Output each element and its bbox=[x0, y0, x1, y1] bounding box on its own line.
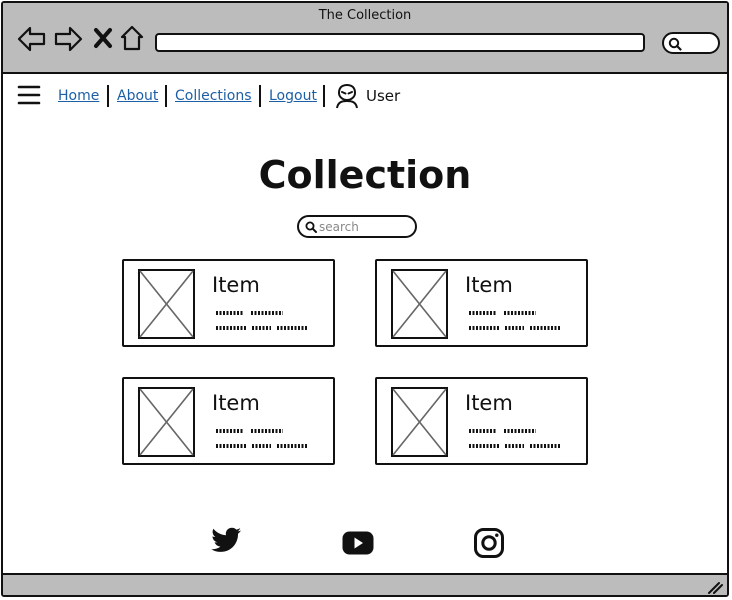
youtube-icon[interactable] bbox=[341, 530, 375, 556]
nav-divider bbox=[259, 85, 261, 107]
image-placeholder-icon bbox=[138, 269, 195, 339]
nav-link-collections[interactable]: Collections bbox=[175, 88, 252, 104]
image-placeholder-icon bbox=[391, 387, 448, 457]
collection-search-box[interactable] bbox=[297, 215, 417, 238]
forward-arrow-icon[interactable] bbox=[53, 25, 83, 53]
card-title: Item bbox=[465, 391, 513, 415]
collection-card[interactable]: Item bbox=[375, 259, 588, 347]
placeholder-text-scribble bbox=[469, 429, 561, 448]
site-navbar: Home About Collections Logout User bbox=[3, 74, 727, 118]
placeholder-text-scribble bbox=[216, 311, 308, 330]
stop-icon[interactable] bbox=[93, 27, 113, 49]
card-title: Item bbox=[212, 391, 260, 415]
browser-statusbar bbox=[3, 573, 727, 595]
search-icon bbox=[305, 221, 317, 233]
back-arrow-icon[interactable] bbox=[17, 25, 47, 53]
image-placeholder-icon bbox=[391, 269, 448, 339]
image-placeholder-icon bbox=[138, 387, 195, 457]
home-icon[interactable] bbox=[119, 24, 145, 52]
user-avatar-icon[interactable] bbox=[335, 83, 359, 109]
search-icon bbox=[668, 37, 682, 51]
twitter-icon[interactable] bbox=[209, 526, 243, 556]
collection-card[interactable]: Item bbox=[375, 377, 588, 465]
browser-search-field[interactable] bbox=[662, 32, 720, 54]
address-bar[interactable] bbox=[155, 33, 645, 52]
user-label[interactable]: User bbox=[366, 87, 400, 105]
card-title: Item bbox=[212, 273, 260, 297]
search-input[interactable] bbox=[319, 219, 409, 235]
nav-divider bbox=[107, 85, 109, 107]
nav-divider bbox=[165, 85, 167, 107]
placeholder-text-scribble bbox=[469, 311, 561, 330]
nav-link-home[interactable]: Home bbox=[58, 88, 99, 104]
page-title: Collection bbox=[258, 153, 472, 197]
placeholder-text-scribble bbox=[216, 429, 308, 448]
collection-card[interactable]: Item bbox=[122, 259, 335, 347]
nav-link-about[interactable]: About bbox=[117, 88, 158, 104]
nav-divider bbox=[323, 85, 325, 107]
resize-grip-icon[interactable] bbox=[707, 581, 723, 595]
nav-link-logout[interactable]: Logout bbox=[269, 88, 317, 104]
collection-card[interactable]: Item bbox=[122, 377, 335, 465]
instagram-icon[interactable] bbox=[473, 527, 505, 559]
browser-titlebar: The Collection bbox=[3, 3, 727, 74]
card-title: Item bbox=[465, 273, 513, 297]
hamburger-menu-icon[interactable] bbox=[17, 84, 41, 106]
browser-window: The Collection Home About Collections Lo… bbox=[1, 1, 729, 597]
window-title: The Collection bbox=[318, 8, 412, 23]
